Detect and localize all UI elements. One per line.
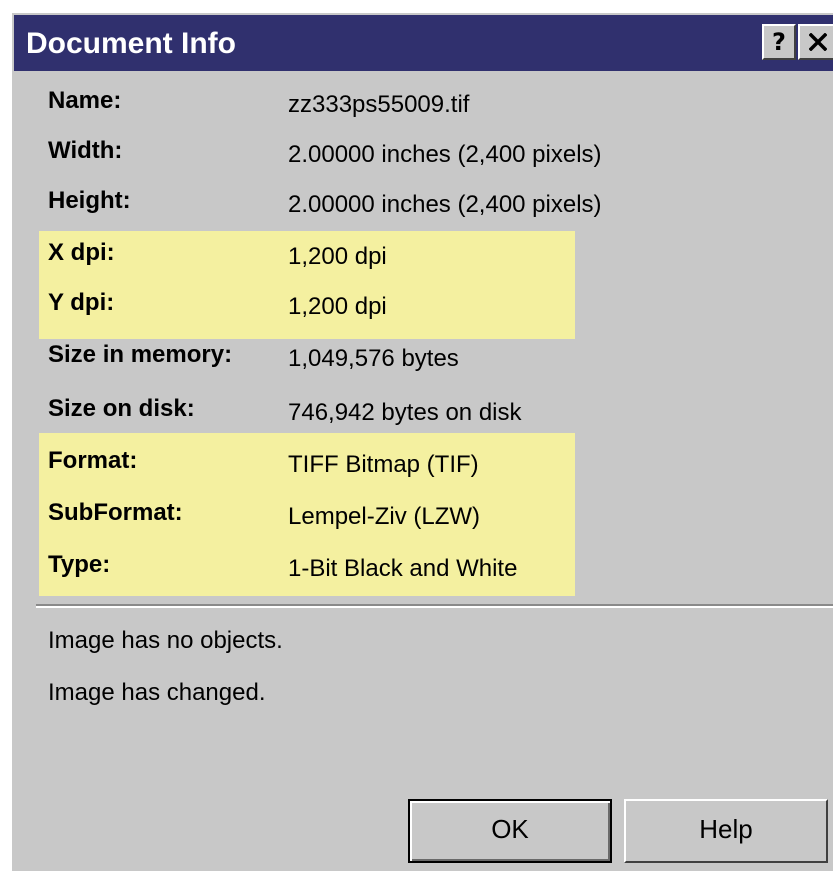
x-dpi-label: X dpi: — [48, 239, 115, 266]
changed-status: Image has changed. — [48, 679, 266, 706]
subformat-value: Lempel-Ziv (LZW) — [288, 503, 481, 530]
info-row-format: Format: TIFF Bitmap (TIF) — [12, 445, 833, 485]
x-dpi-value: 1,200 dpi — [288, 243, 387, 270]
format-label: Format: — [48, 447, 138, 474]
size-on-disk-label: Size on disk: — [48, 395, 195, 422]
info-row-subformat: SubFormat: Lempel-Ziv (LZW) — [12, 497, 833, 537]
separator — [36, 604, 833, 608]
y-dpi-label: Y dpi: — [48, 289, 115, 316]
info-row-width: Width: 2.00000 inches (2,400 pixels) — [12, 135, 833, 175]
format-value: TIFF Bitmap (TIF) — [288, 451, 479, 478]
context-help-button[interactable]: ? — [762, 24, 796, 60]
size-in-memory-label: Size in memory: — [48, 341, 233, 368]
size-in-memory-value: 1,049,576 bytes — [288, 345, 459, 372]
objects-status: Image has no objects. — [48, 627, 283, 654]
info-row-height: Height: 2.00000 inches (2,400 pixels) — [12, 185, 833, 225]
title-bar: Document Info ? — [14, 15, 833, 71]
info-row-name: Name: zz333ps55009.tif — [12, 85, 833, 125]
window-title: Document Info — [26, 27, 236, 60]
name-value: zz333ps55009.tif — [288, 91, 470, 118]
width-label: Width: — [48, 137, 123, 164]
width-value: 2.00000 inches (2,400 pixels) — [288, 141, 602, 168]
document-info-dialog: Document Info ? Name: zz333ps55009.tif W… — [10, 11, 833, 871]
name-label: Name: — [48, 87, 122, 114]
ok-button[interactable]: OK — [408, 799, 612, 863]
y-dpi-value: 1,200 dpi — [288, 293, 387, 320]
size-on-disk-value: 746,942 bytes on disk — [288, 399, 522, 426]
help-button[interactable]: Help — [624, 799, 828, 863]
type-value: 1-Bit Black and White — [288, 555, 518, 582]
info-row-x-dpi: X dpi: 1,200 dpi — [12, 237, 833, 277]
subformat-label: SubFormat: — [48, 499, 183, 526]
close-icon — [809, 33, 827, 51]
height-label: Height: — [48, 187, 131, 214]
info-row-size-on-disk: Size on disk: 746,942 bytes on disk — [12, 393, 833, 433]
type-label: Type: — [48, 551, 111, 578]
info-row-y-dpi: Y dpi: 1,200 dpi — [12, 287, 833, 327]
height-value: 2.00000 inches (2,400 pixels) — [288, 191, 602, 218]
close-button[interactable] — [798, 24, 833, 60]
info-row-size-in-memory: Size in memory: 1,049,576 bytes — [12, 339, 833, 379]
info-row-type: Type: 1-Bit Black and White — [12, 549, 833, 589]
